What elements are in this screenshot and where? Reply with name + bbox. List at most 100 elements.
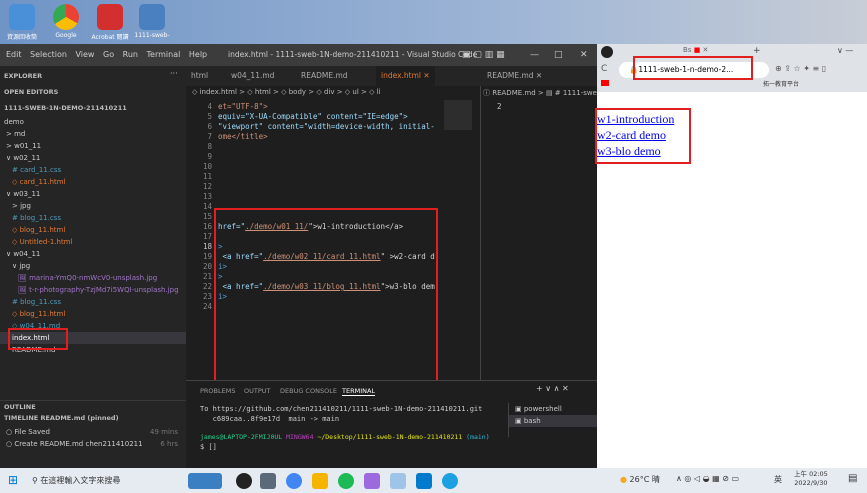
app-icon[interactable]: [364, 473, 380, 489]
notification-icon[interactable]: ▤: [848, 473, 857, 484]
desktop-icon-recycle-bin[interactable]: 資源回收筒: [2, 4, 42, 44]
tab-index-html[interactable]: index.html ✕: [376, 66, 435, 86]
search-icon: ⚲: [32, 476, 38, 485]
breadcrumb[interactable]: ⓘ README.md > ▤ # 1111-sweb: [483, 88, 597, 98]
browser-app-icon: [601, 46, 613, 58]
bookmark-item[interactable]: 拓一教育平台: [763, 79, 799, 88]
tree-item[interactable]: # blog_11.css: [0, 296, 186, 308]
chrome-window: Bs ■ ✕ + ∨ — C 🔒1111-sweb-1-n-demo-2... …: [595, 44, 867, 468]
tree-item[interactable]: ◇ blog_11.html: [0, 308, 186, 320]
page-content: w1-introduction w2-card demo w3-blo demo: [595, 94, 867, 468]
more-actions-icon[interactable]: ···: [170, 69, 178, 78]
task-view-icon[interactable]: [236, 473, 252, 489]
menu-edit[interactable]: Edit: [6, 44, 22, 66]
app-icon[interactable]: [390, 473, 406, 489]
outline-heading[interactable]: OUTLINE: [0, 400, 186, 412]
tab-w04-md[interactable]: w04_11.md: [226, 66, 279, 86]
panel-actions-icon[interactable]: + ∨ ∧ ✕: [536, 384, 569, 393]
explorer-sidebar: EXPLORER ··· OPEN EDITORS 1111-SWEB-1N-D…: [0, 66, 186, 468]
start-button[interactable]: ⊞: [8, 473, 18, 487]
browser-toolbar-icons[interactable]: ⊕ ⇪ ☆ ✦ ≡ ▯: [775, 64, 826, 73]
vscode-taskbar-icon[interactable]: [416, 473, 432, 489]
code-line: equiv="X-UA-Compatible" content="IE=edge…: [218, 112, 408, 121]
menu-run[interactable]: Run: [123, 44, 138, 66]
tab-output[interactable]: OUTPUT: [244, 387, 271, 395]
readme-split-editor[interactable]: ⓘ README.md > ▤ # 1111-sweb 2: [480, 86, 597, 380]
widget-icon[interactable]: [188, 473, 222, 489]
youtube-bookmark-icon[interactable]: [601, 80, 609, 86]
spotify-icon[interactable]: [338, 473, 354, 489]
menu-selection[interactable]: Selection: [30, 44, 67, 66]
tab-html[interactable]: html: [186, 66, 213, 86]
menu-go[interactable]: Go: [103, 44, 114, 66]
desktop-icon-chrome[interactable]: Google: [46, 4, 86, 44]
terminal-line: c689caa..8f9e17d main -> main: [200, 415, 340, 423]
menu-terminal[interactable]: Terminal: [147, 44, 181, 66]
open-editors-heading[interactable]: OPEN EDITORS: [0, 86, 186, 98]
terminal-bash[interactable]: ▣ bash: [509, 415, 597, 427]
tree-item[interactable]: 🖼 marina-YmQ0-nmWcV0-unsplash.jpg: [0, 272, 186, 284]
terminal-list: ▣ powershell ▣ bash: [508, 403, 597, 437]
window-title: index.html - 1111-sweb-1N-demo-211410211…: [228, 50, 478, 59]
terminal-input[interactable]: $ []: [200, 443, 217, 451]
timeline-item[interactable]: ○ File Saved 49 mins: [0, 426, 186, 438]
tree-item[interactable]: ∨ w04_11: [0, 248, 186, 260]
acrobat-icon: [97, 4, 123, 30]
chrome-taskbar-icon[interactable]: [286, 473, 302, 489]
tree-item[interactable]: ∨ jpg: [0, 260, 186, 272]
edge-icon[interactable]: [442, 473, 458, 489]
timeline-item[interactable]: ○ Create README.md chen211410211 6 hrs: [0, 438, 186, 450]
tab-readme[interactable]: README.md: [296, 66, 353, 86]
highlight-box-index-html: [8, 328, 68, 350]
tree-item[interactable]: ∨ w03_11: [0, 188, 186, 200]
tray-icons[interactable]: ∧ ◎ ◁ ◒ ▦ ⊘ ▭: [676, 474, 739, 483]
code-editor[interactable]: 4 5 6 7 8 9 10 11 12 13 14 15 16 17 18 1…: [186, 100, 478, 394]
taskbar-search[interactable]: ⚲ 在這裡輸入文字來搜尋: [32, 473, 182, 488]
ime-indicator[interactable]: 英: [774, 474, 782, 485]
minimize-button[interactable]: —: [530, 44, 539, 66]
maximize-button[interactable]: □: [554, 44, 563, 66]
terminal-powershell[interactable]: ▣ powershell: [509, 403, 597, 415]
desktop-icon-folder[interactable]: 1111-sweb-: [132, 4, 172, 44]
vscode-window: Edit Selection View Go Run Terminal Help…: [0, 44, 597, 468]
tree-item[interactable]: > w01_11: [0, 140, 186, 152]
menu-view[interactable]: View: [75, 44, 94, 66]
reload-icon[interactable]: C: [601, 64, 607, 74]
tab-readme-split[interactable]: README.md ✕: [482, 66, 547, 86]
minimap[interactable]: [444, 100, 472, 130]
tab-problems[interactable]: PROBLEMS: [200, 387, 235, 395]
timeline-heading[interactable]: TIMELINE README.md (pinned): [0, 412, 186, 424]
weather[interactable]: ● 26°C 晴: [620, 474, 660, 485]
editor-tabs: html w04_11.md README.md index.html ✕ RE…: [186, 66, 597, 86]
tree-item[interactable]: ◇ Untitled-1.html: [0, 236, 186, 248]
tab-debug-console[interactable]: DEBUG CONSOLE: [280, 387, 337, 395]
menu-help[interactable]: Help: [189, 44, 207, 66]
desktop-icon-acrobat[interactable]: Acrobat 閱讀: [90, 4, 130, 44]
tree-item-demo[interactable]: demo: [0, 116, 186, 128]
layout-toggle-icon[interactable]: ▣ ▢ ▥ ▦: [462, 44, 505, 66]
clock[interactable]: 上午 02:05 2022/9/30: [794, 470, 828, 488]
tree-item[interactable]: ◇ blog_11.html: [0, 224, 186, 236]
tree-item[interactable]: # card_11.css: [0, 164, 186, 176]
browser-window-controls[interactable]: ∨ —: [837, 46, 853, 55]
tree-item[interactable]: > md: [0, 128, 186, 140]
tree-item[interactable]: ◇ card_11.html: [0, 176, 186, 188]
chrome-icon: [53, 4, 79, 30]
line-number: 2: [497, 102, 502, 111]
tab-terminal[interactable]: TERMINAL: [342, 387, 376, 396]
new-tab-button[interactable]: +: [753, 46, 761, 56]
file-explorer-icon[interactable]: [260, 473, 276, 489]
browser-tab[interactable]: Bs ■ ✕: [683, 46, 708, 54]
tree-item[interactable]: # blog_11.css: [0, 212, 186, 224]
tree-item[interactable]: > jpg: [0, 200, 186, 212]
tree-item[interactable]: 🖼 t-r-photography-TzjMd7i5WQI-unsplash.j…: [0, 284, 186, 296]
project-heading[interactable]: 1111-SWEB-1N-DEMO-211410211: [0, 102, 186, 114]
close-button[interactable]: ✕: [580, 44, 588, 66]
folder-taskbar-icon[interactable]: [312, 473, 328, 489]
youtube-icon: ■: [693, 46, 701, 54]
breadcrumb[interactable]: ◇ index.html > ◇ html > ◇ body > ◇ div >…: [186, 86, 476, 99]
tree-item[interactable]: ∨ w02_11: [0, 152, 186, 164]
menu-bar: Edit Selection View Go Run Terminal Help…: [0, 44, 597, 66]
recycle-bin-icon: [9, 4, 35, 30]
browser-chrome: Bs ■ ✕ + ∨ — C 🔒1111-sweb-1-n-demo-2... …: [597, 44, 867, 92]
